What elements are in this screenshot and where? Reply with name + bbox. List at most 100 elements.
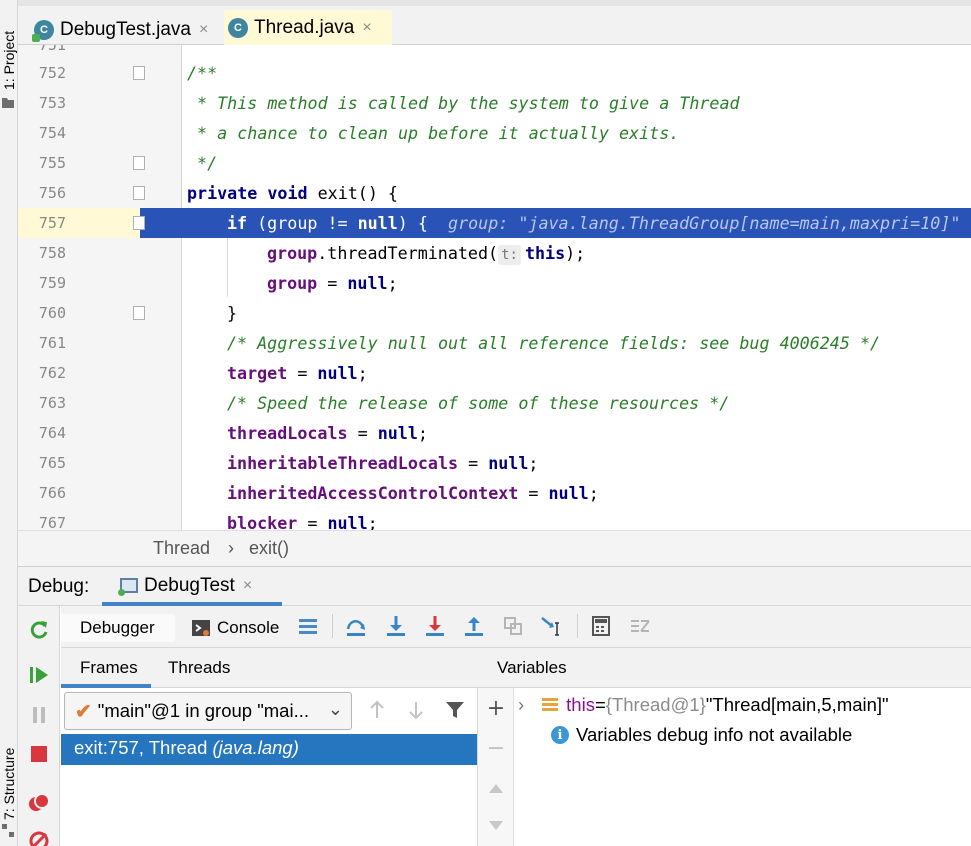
evaluate-expression-icon[interactable] xyxy=(589,614,613,638)
line-number: 758 xyxy=(38,244,66,262)
code-line: 760 } xyxy=(18,298,971,328)
code-fragment: exit() { xyxy=(307,183,398,203)
code-line: 766 inheritedAccessControlContext = null… xyxy=(18,478,971,508)
line-number: 760 xyxy=(38,304,66,322)
code-text: * This method is called by the system to… xyxy=(187,93,740,113)
structure-icon xyxy=(2,824,14,837)
fold-icon[interactable] xyxy=(133,216,145,230)
tab-frames[interactable]: Frames xyxy=(61,648,151,688)
show-execution-point-icon[interactable] xyxy=(296,614,320,638)
force-step-into-icon[interactable] xyxy=(423,614,447,638)
code-fragment: ); xyxy=(565,243,586,263)
line-number: 764 xyxy=(38,424,66,442)
line-number: 754 xyxy=(38,124,66,142)
tab-debugger[interactable]: Debugger xyxy=(61,614,175,642)
code-fragment: ; xyxy=(417,423,428,443)
toolbar-separator xyxy=(332,614,333,638)
add-watch-icon[interactable]: + xyxy=(484,696,508,721)
trace-current-stream-icon[interactable] xyxy=(628,614,652,638)
code-line: 755 */ xyxy=(18,148,971,178)
fold-icon[interactable] xyxy=(133,186,145,200)
remove-watch-icon[interactable]: − xyxy=(484,736,508,761)
breadcrumb-separator: › xyxy=(228,538,234,558)
close-tab-icon[interactable]: × xyxy=(199,21,208,39)
keyword: null xyxy=(357,213,398,233)
frames-pane: Frames Threads ✔ "main"@1 in group "mai.… xyxy=(61,648,478,846)
field-ref: target xyxy=(227,363,288,383)
breadcrumb-method[interactable]: exit() xyxy=(249,538,289,559)
info-row: i Variables debug info not available xyxy=(551,720,852,750)
variable-row[interactable]: › this = {Thread@1} "Thread[main,5,main]… xyxy=(518,690,889,720)
console-icon xyxy=(192,620,210,636)
checkmark-icon: ✔ xyxy=(75,700,92,723)
code-fragment: = xyxy=(458,453,489,473)
code-line: 752 /** xyxy=(18,58,971,88)
project-tool-button[interactable]: 1: Project xyxy=(1,0,17,90)
fold-icon[interactable] xyxy=(133,66,145,80)
fold-icon[interactable] xyxy=(133,306,145,320)
next-frame-icon[interactable] xyxy=(404,698,428,722)
tab-threads[interactable]: Threads xyxy=(168,658,230,678)
keyword: if xyxy=(227,213,248,233)
resume-icon[interactable] xyxy=(28,664,50,686)
class-icon: C xyxy=(32,19,54,42)
code-editor[interactable]: 751 752 /** 753 * This method is called … xyxy=(18,45,971,530)
code-text: inheritedAccessControlContext = null; xyxy=(227,478,599,508)
stop-icon[interactable] xyxy=(28,743,50,765)
frame-location: exit:757, Thread xyxy=(74,737,213,758)
line-number: 763 xyxy=(38,394,66,412)
keyword: void xyxy=(267,183,308,203)
view-breakpoints-icon[interactable] xyxy=(28,792,50,814)
breadcrumb: Thread › exit() xyxy=(18,530,971,566)
frame-row-selected[interactable]: exit:757, Thread (java.lang) xyxy=(61,734,477,765)
variables-header: Variables xyxy=(478,648,971,688)
debug-session-tab[interactable]: DebugTest × xyxy=(102,569,282,606)
step-into-icon[interactable] xyxy=(384,614,408,638)
mute-breakpoints-icon[interactable] xyxy=(28,830,50,846)
line-number: 756 xyxy=(38,184,66,202)
fold-icon[interactable] xyxy=(133,156,145,170)
code-line: 764 threadLocals = null; xyxy=(18,418,971,448)
step-over-icon[interactable] xyxy=(344,614,368,638)
field-ref: group xyxy=(267,273,318,293)
keyword: null xyxy=(377,423,418,443)
code-text: if (group != null) { group: "java.lang.T… xyxy=(227,208,960,238)
tab-thread[interactable]: C Thread.java × xyxy=(224,10,392,49)
close-tab-icon[interactable]: × xyxy=(362,19,371,37)
filter-icon[interactable] xyxy=(443,698,467,722)
code-line: 759 group = null; xyxy=(18,268,971,298)
line-number: 757 xyxy=(38,214,66,232)
class-icon: C xyxy=(228,17,248,38)
tab-console[interactable]: Console xyxy=(185,614,285,642)
rerun-icon[interactable] xyxy=(28,618,50,640)
move-up-icon[interactable] xyxy=(484,776,508,800)
close-session-icon[interactable]: × xyxy=(243,577,252,595)
code-fragment: ; xyxy=(588,483,599,503)
thread-selector[interactable]: ✔ "main"@1 in group "mai... ⌄ xyxy=(64,692,352,730)
step-out-icon[interactable] xyxy=(462,614,486,638)
code-text: */ xyxy=(187,153,218,173)
field-icon xyxy=(542,697,559,713)
structure-tool-button[interactable]: 7: Structure xyxy=(1,700,17,820)
expand-arrow-icon[interactable]: › xyxy=(518,694,524,716)
code-text: } xyxy=(227,303,238,323)
pause-icon[interactable] xyxy=(28,704,50,726)
code-text: private void exit() { xyxy=(187,178,398,208)
info-icon: i xyxy=(551,726,569,744)
variable-equals: = xyxy=(594,694,606,715)
editor-tab-bar: C DebugTest.java × C Thread.java × xyxy=(18,0,971,49)
run-to-cursor-icon[interactable] xyxy=(539,614,563,638)
move-down-icon[interactable] xyxy=(484,814,508,838)
previous-frame-icon[interactable] xyxy=(365,698,389,722)
debug-side-toolbar xyxy=(18,606,60,846)
code-fragment: = xyxy=(297,513,328,530)
breadcrumb-class[interactable]: Thread xyxy=(153,538,210,559)
code-fragment: = xyxy=(287,363,318,383)
code-line: 765 inheritableThreadLocals = null; xyxy=(18,448,971,478)
code-text: group.threadTerminated(t: this); xyxy=(267,238,585,268)
tab-debugtest[interactable]: C DebugTest.java × xyxy=(30,10,230,49)
keyword: null xyxy=(317,363,358,383)
parameter-hint: t: xyxy=(498,245,521,265)
drop-frame-icon[interactable] xyxy=(501,614,525,638)
line-number: 762 xyxy=(38,364,66,382)
